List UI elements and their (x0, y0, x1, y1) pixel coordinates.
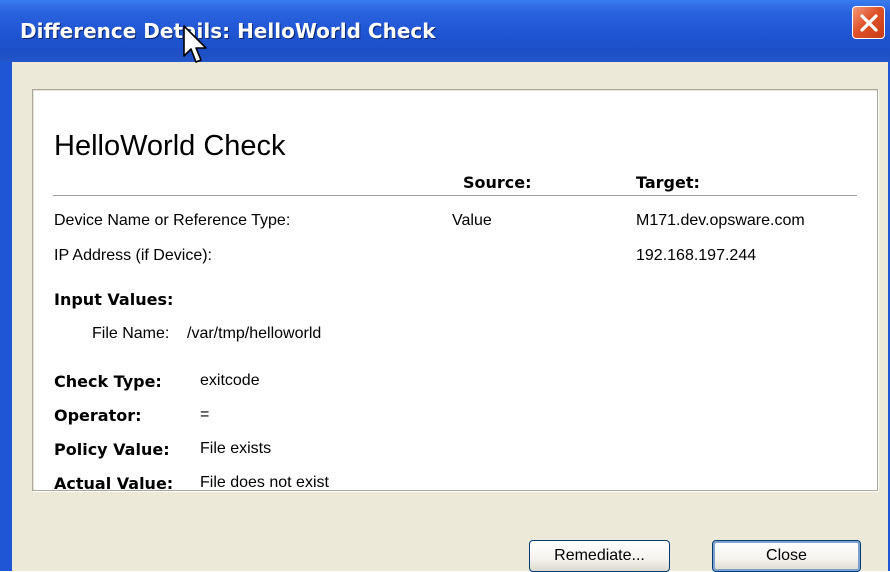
input-values-heading: Input Values: (54, 290, 174, 309)
file-name-value: /var/tmp/helloworld (187, 325, 322, 342)
dialog-body: HelloWorld Check Source: Target: Device … (12, 62, 888, 572)
source-column-header: Source: (463, 173, 532, 192)
operator-value: = (200, 406, 210, 423)
check-heading: HelloWorld Check (54, 130, 286, 162)
check-type-value: exitcode (200, 372, 260, 389)
mouse-cursor-icon (183, 25, 207, 63)
close-window-button[interactable] (852, 6, 885, 39)
check-type-label: Check Type: (54, 372, 162, 391)
actual-value-value: File does not exist (200, 474, 329, 491)
details-panel: HelloWorld Check Source: Target: Device … (32, 89, 878, 493)
target-column-header: Target: (636, 173, 700, 192)
header-divider (53, 195, 857, 196)
policy-value-label: Policy Value: (54, 440, 170, 459)
operator-label: Operator: (54, 406, 142, 425)
close-button[interactable]: Close (712, 540, 861, 572)
dialog-window: Difference Details: HelloWorld Check Hel… (0, 0, 890, 572)
ip-address-target: 192.168.197.244 (636, 247, 757, 264)
ip-address-label: IP Address (if Device): (54, 247, 212, 264)
close-icon (860, 14, 878, 32)
file-name-label: File Name: (92, 325, 170, 342)
actual-value-label: Actual Value: (54, 474, 174, 493)
policy-value-value: File exists (200, 440, 272, 457)
device-name-target: M171.dev.opsware.com (636, 212, 805, 229)
window-title: Difference Details: HelloWorld Check (20, 19, 436, 43)
device-name-label: Device Name or Reference Type: (54, 212, 291, 229)
remediate-button[interactable]: Remediate... (529, 540, 670, 572)
title-bar[interactable]: Difference Details: HelloWorld Check (0, 0, 890, 62)
device-name-source: Value (452, 212, 492, 229)
